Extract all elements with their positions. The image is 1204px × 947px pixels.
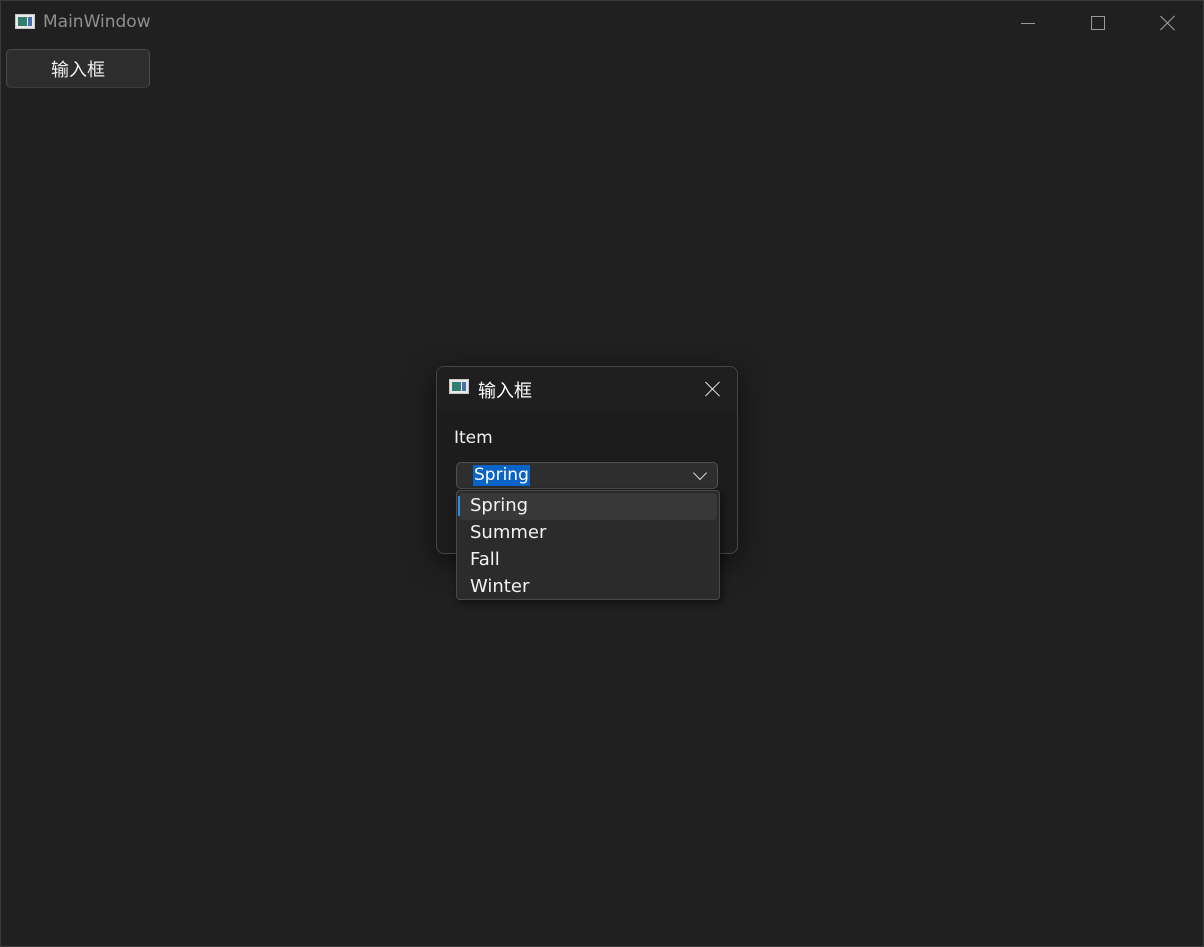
close-icon xyxy=(1160,15,1176,31)
app-icon xyxy=(449,379,469,394)
window-title: MainWindow xyxy=(43,12,151,32)
minimize-button[interactable] xyxy=(993,1,1063,45)
dropdown-option-winter[interactable]: Winter xyxy=(459,574,717,601)
combobox-value[interactable]: Spring xyxy=(473,465,530,486)
maximize-button[interactable] xyxy=(1063,1,1133,45)
dialog-close-button[interactable] xyxy=(693,375,733,403)
open-input-dialog-button[interactable]: 输入框 xyxy=(6,49,150,88)
maximize-icon xyxy=(1091,16,1105,30)
item-label: Item xyxy=(454,428,493,448)
window-titlebar[interactable]: MainWindow xyxy=(1,1,1203,45)
combobox-dropdown-list: Spring Summer Fall Winter xyxy=(456,490,720,600)
dialog-title: 输入框 xyxy=(478,381,532,402)
chevron-down-icon[interactable] xyxy=(692,465,708,481)
close-window-button[interactable] xyxy=(1133,1,1203,45)
dropdown-option-summer[interactable]: Summer xyxy=(459,520,717,547)
app-icon xyxy=(15,14,35,29)
minimize-icon xyxy=(1021,22,1035,24)
dialog-titlebar[interactable]: 输入框 xyxy=(437,367,737,411)
close-icon xyxy=(705,381,721,397)
dropdown-option-fall[interactable]: Fall xyxy=(459,547,717,574)
item-combobox[interactable]: Spring xyxy=(456,462,718,489)
dropdown-option-spring[interactable]: Spring xyxy=(458,493,717,520)
